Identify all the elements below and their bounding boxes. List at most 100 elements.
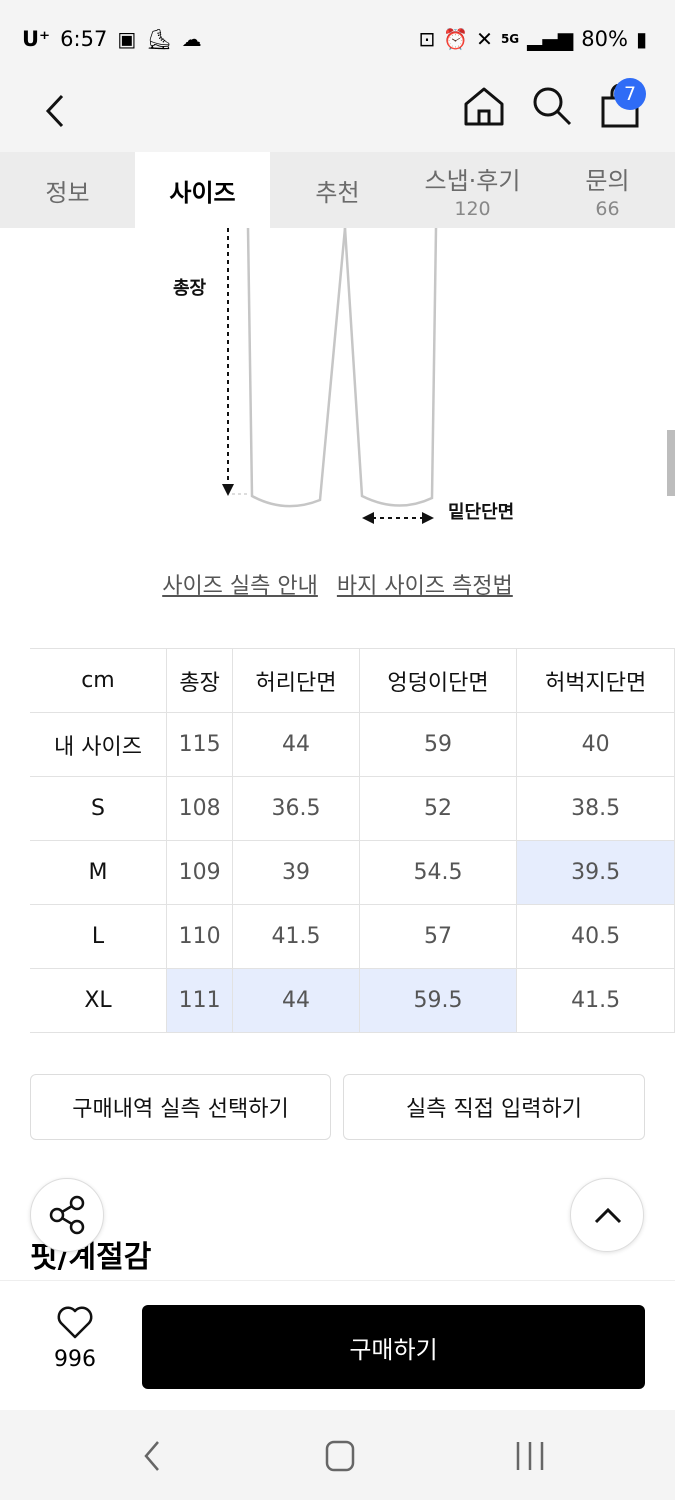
size-guide-link[interactable]: 사이즈 실측 안내: [162, 574, 318, 599]
search-icon: [533, 87, 572, 126]
status-bar: U⁺ 6:57 ▣ ⛸ ☁ ⊡ ⏰ ✕ 5G ▂▄▆ 80% ▮: [0, 0, 675, 78]
home-button[interactable]: [462, 84, 506, 128]
scrollbar-thumb[interactable]: [667, 430, 675, 496]
table-cell: 40: [516, 712, 675, 777]
battery-icon: ▮: [635, 27, 647, 51]
row-label: XL: [30, 968, 167, 1033]
like-count: 996: [54, 1347, 96, 1372]
pants-outline-left: [246, 228, 347, 508]
home-icon: [464, 87, 504, 126]
tab-label: 추천: [315, 178, 360, 207]
pants-outline-right: [343, 228, 438, 507]
table-cell: 110: [165, 904, 234, 969]
chevron-up-icon: [594, 1207, 622, 1224]
tab-size[interactable]: 사이즈: [135, 152, 270, 228]
table-cell: 57: [358, 904, 518, 969]
alarm-icon: ⏰: [443, 27, 469, 51]
recent-apps-icon: [516, 1442, 544, 1470]
chevron-left-icon: [144, 1441, 159, 1471]
header-cell: 엉덩이단면: [358, 648, 518, 713]
table-cell: 40.5: [516, 904, 675, 969]
table-cell: 38.5: [516, 776, 675, 841]
row-label: S: [30, 776, 167, 841]
pants-size-diagram: 총장 밑단단면: [173, 228, 514, 524]
home-square-icon: [325, 1440, 355, 1472]
search-button[interactable]: [530, 84, 574, 128]
tab-count: 120: [454, 197, 491, 220]
header-cell: 총장: [165, 648, 234, 713]
table-row: 내 사이즈 115 44 59 40: [30, 712, 675, 777]
table-cell-highlighted: 39.5: [516, 840, 675, 905]
purchase-bar: 996 구매하기: [0, 1280, 675, 1410]
clock: 6:57: [60, 27, 108, 51]
app-header: [0, 78, 675, 152]
table-cell: 44: [232, 712, 360, 777]
battery-label: 80%: [581, 27, 628, 51]
table-row: XL 111 44 59.5 41.5: [30, 968, 675, 1033]
lock-app-icon: ⊡: [418, 27, 436, 51]
gallery-icon: ▣: [117, 27, 137, 51]
share-button[interactable]: [30, 1178, 104, 1252]
tab-label: 문의: [585, 166, 630, 195]
size-guide-links: 사이즈 실측 안내 바지 사이즈 측정법: [0, 568, 675, 600]
network-label: 5G: [500, 32, 520, 46]
tab-snap-review[interactable]: 스냅·후기 120: [405, 152, 540, 228]
back-button[interactable]: [36, 86, 76, 138]
product-tabs: 정보 사이즈 추천 스냅·후기 120 문의 66: [0, 152, 675, 228]
cart-count-badge: 7: [614, 78, 646, 110]
table-cell: 36.5: [232, 776, 360, 841]
tab-label: 스냅·후기: [424, 166, 521, 195]
table-cell-highlighted: 44: [232, 968, 360, 1033]
table-cell: 115: [165, 712, 234, 777]
tab-label: 정보: [45, 178, 90, 207]
hem-arrow-right: [422, 512, 434, 524]
table-cell: 39: [232, 840, 360, 905]
table-row: M 109 39 54.5 39.5: [30, 840, 675, 905]
nav-recents-button[interactable]: [508, 1434, 552, 1478]
table-row: L 110 41.5 57 40.5: [30, 904, 675, 969]
tab-count: 66: [595, 197, 620, 220]
table-cell-highlighted: 59.5: [358, 968, 518, 1033]
heart-icon: [57, 1306, 93, 1339]
tab-info[interactable]: 정보: [0, 152, 135, 228]
header-cell: cm: [30, 648, 167, 713]
signal-icon: ▂▄▆: [527, 27, 574, 51]
purchase-history-measure-button[interactable]: 구매내역 실측 선택하기: [30, 1074, 331, 1140]
buy-button[interactable]: 구매하기: [142, 1305, 645, 1389]
chevron-left-icon: [45, 94, 64, 128]
table-row: S 108 36.5 52 38.5: [30, 776, 675, 841]
table-cell: 108: [165, 776, 234, 841]
tab-label: 사이즈: [169, 178, 236, 207]
table-header-row: cm 총장 허리단면 엉덩이단면 허벅지단면: [30, 648, 675, 713]
table-cell-highlighted: 111: [165, 968, 234, 1033]
nav-back-button[interactable]: [130, 1434, 174, 1478]
tab-inquiry[interactable]: 문의 66: [540, 152, 675, 228]
row-label: 내 사이즈: [30, 712, 167, 777]
table-cell: 109: [165, 840, 234, 905]
nav-home-button[interactable]: [318, 1434, 362, 1478]
row-label: M: [30, 840, 167, 905]
hem-label: 밑단단면: [448, 502, 514, 523]
table-cell: 52: [358, 776, 518, 841]
like-button[interactable]: 996: [40, 1303, 110, 1372]
header-cell: 허리단면: [232, 648, 360, 713]
direct-measure-input-button[interactable]: 실측 직접 입력하기: [343, 1074, 645, 1140]
tab-recommend[interactable]: 추천: [270, 152, 405, 228]
table-cell: 54.5: [358, 840, 518, 905]
mute-icon: ✕: [476, 27, 493, 51]
scroll-top-button[interactable]: [570, 1178, 644, 1252]
shoe-icon: ⛸: [146, 27, 172, 51]
carrier-label: U⁺: [22, 27, 51, 51]
system-nav-bar: [0, 1410, 675, 1500]
hem-arrow-left: [362, 512, 374, 524]
table-cell: 59: [358, 712, 518, 777]
table-cell: 41.5: [232, 904, 360, 969]
header-cell: 허벅지단면: [516, 648, 675, 713]
chat-bubble-icon: ☁: [181, 27, 202, 51]
length-label: 총장: [173, 278, 207, 299]
size-table: cm 총장 허리단면 엉덩이단면 허벅지단면 내 사이즈 115 44 59 4…: [30, 648, 675, 1033]
row-label: L: [30, 904, 167, 969]
share-icon: [49, 1195, 85, 1235]
measure-guide-link[interactable]: 바지 사이즈 측정법: [337, 574, 513, 599]
table-cell: 41.5: [516, 968, 675, 1033]
